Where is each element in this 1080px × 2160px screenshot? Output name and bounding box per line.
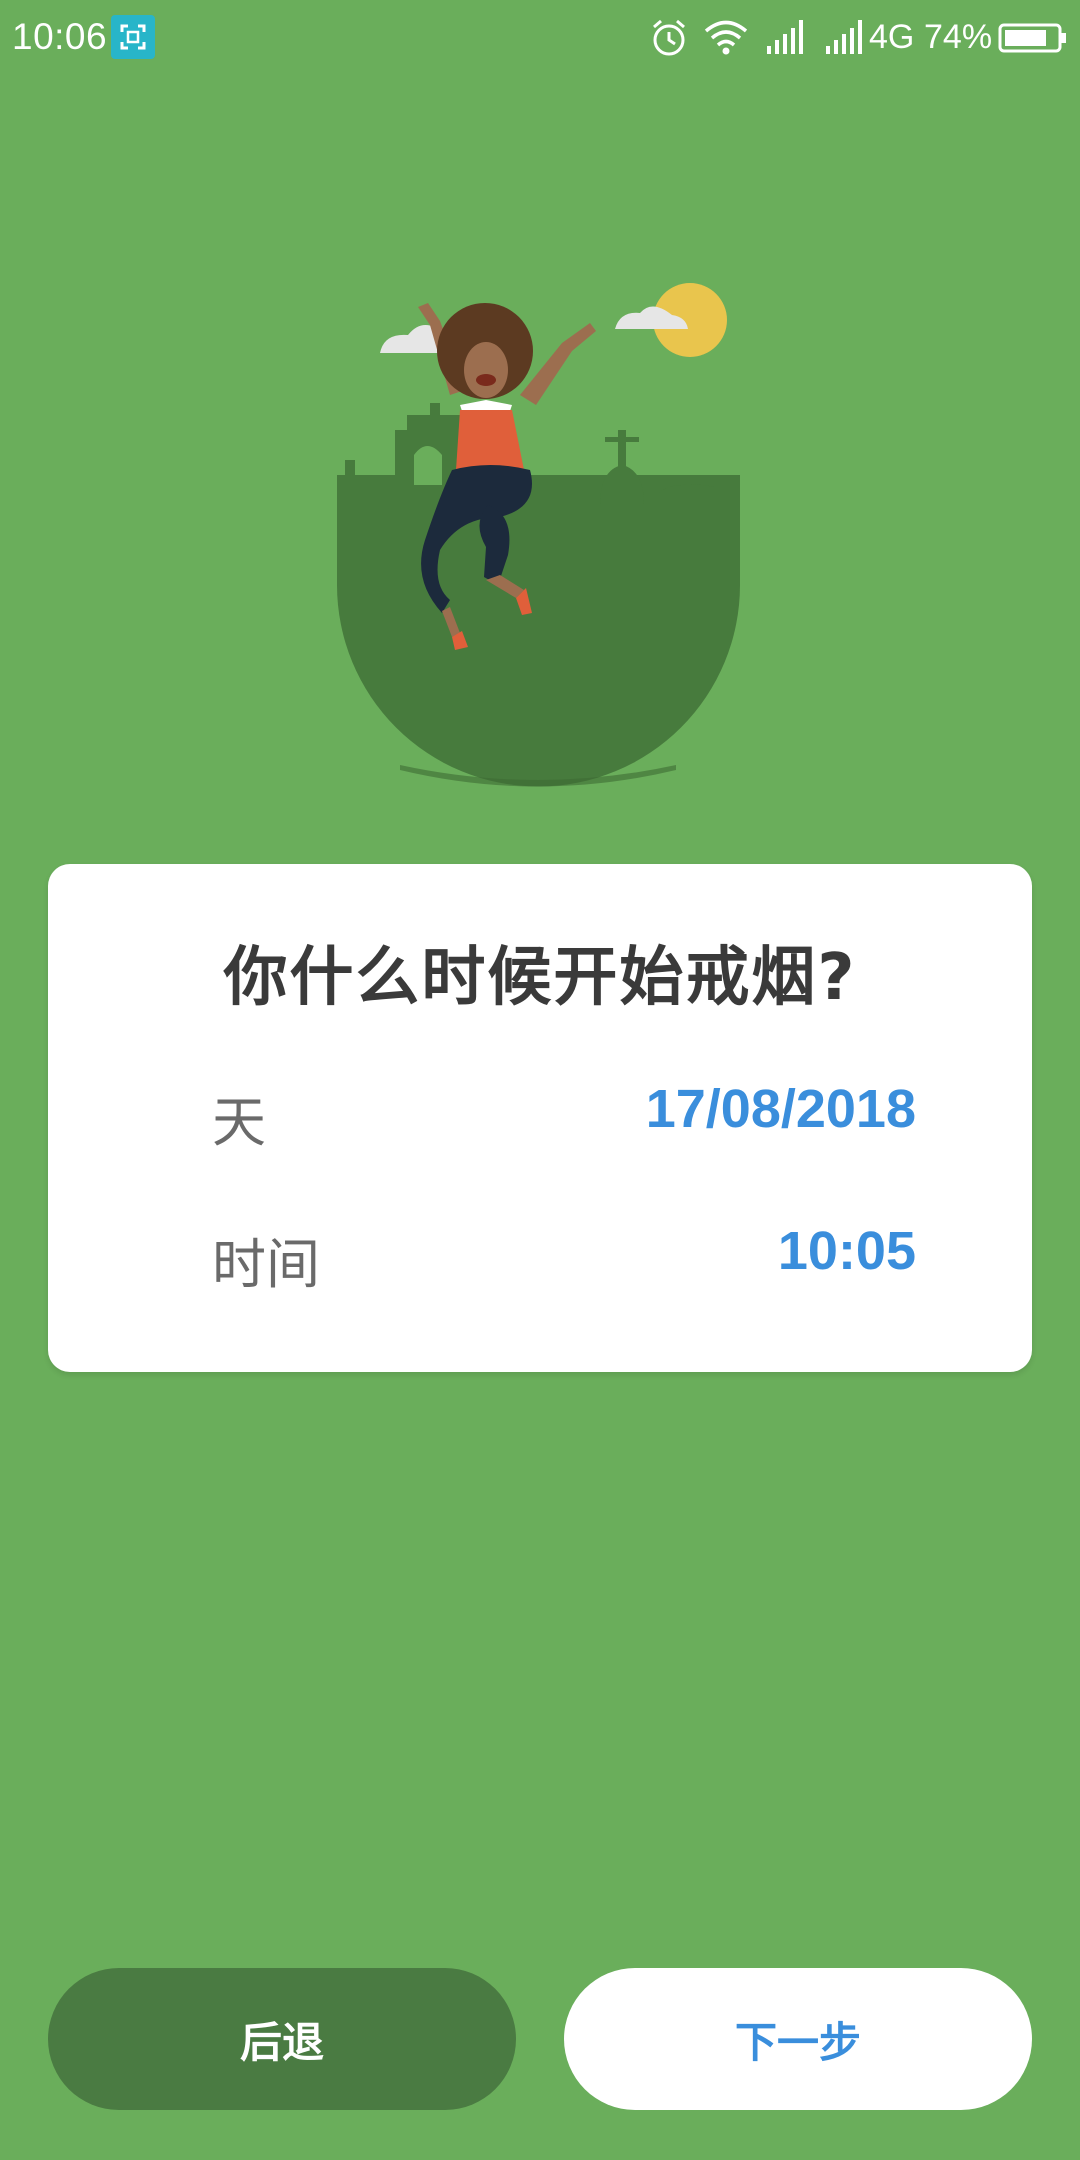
time-row[interactable]: 时间 10:05 bbox=[212, 1210, 916, 1296]
time-value[interactable]: 10:05 bbox=[778, 1220, 916, 1282]
hero-illustration bbox=[337, 283, 740, 787]
next-button[interactable]: 下一步 bbox=[564, 1968, 1032, 2110]
battery-percent: 74% bbox=[924, 18, 993, 56]
wifi-icon bbox=[704, 20, 748, 55]
start-date-card: 你什么时候开始戒烟? 天 17/08/2018 时间 10:05 bbox=[48, 864, 1032, 1372]
card-title: 你什么时候开始戒烟? bbox=[223, 941, 857, 1015]
network-type: 4G bbox=[869, 18, 915, 56]
battery-icon bbox=[998, 23, 1066, 53]
signal-icon-2 bbox=[826, 20, 862, 54]
signal-icon bbox=[767, 20, 803, 54]
time-label: 时间 bbox=[212, 1233, 320, 1296]
back-button[interactable]: 后退 bbox=[48, 1968, 516, 2110]
alarm-icon bbox=[653, 19, 685, 56]
date-row[interactable]: 天 17/08/2018 bbox=[212, 1068, 916, 1154]
date-value[interactable]: 17/08/2018 bbox=[646, 1078, 916, 1140]
city-bowl bbox=[337, 475, 740, 787]
status-time: 10:06 bbox=[12, 16, 108, 57]
screenshot-icon bbox=[111, 15, 155, 59]
date-label: 天 bbox=[212, 1091, 266, 1154]
status-bar: 10:06 4G 74% bbox=[0, 0, 1080, 80]
